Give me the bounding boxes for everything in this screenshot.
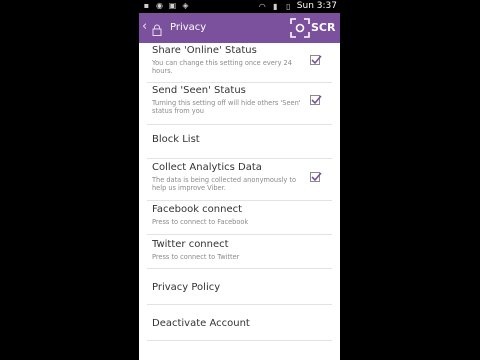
setting-twitter-connect[interactable]: Twitter connect Press to connect to Twit…	[139, 235, 340, 269]
collect-analytics-data-checkbox[interactable]	[310, 172, 322, 182]
cell-signal-icon: ▮	[273, 2, 278, 11]
notification-icon: ▪	[143, 1, 150, 10]
setting-title: Block List	[152, 134, 200, 145]
send-seen-status-checkbox[interactable]	[310, 95, 322, 105]
setting-send-seen-status[interactable]: Send 'Seen' Status Turning this setting …	[139, 83, 340, 125]
scr-badge: SCR	[311, 21, 336, 34]
setting-subtitle: Press to connect to Facebook	[152, 218, 249, 226]
setting-block-list[interactable]: Block List	[139, 125, 340, 159]
signal-sync-icon: ◈	[182, 1, 189, 10]
setting-share-online-status[interactable]: Share 'Online' Status You can change thi…	[139, 43, 340, 83]
lock-icon	[152, 21, 162, 36]
setting-title: Send 'Seen' Status	[152, 85, 246, 96]
app-bar: ‹ Privacy SCR	[139, 13, 340, 43]
setting-title: Twitter connect	[152, 239, 229, 250]
setting-title: Share 'Online' Status	[152, 45, 257, 56]
divider	[147, 340, 332, 341]
phone-screen: ▪ ◉ ▣ ◈ ◠ ▮ ▯ Sun 3:37 ‹ Privacy SCR Sha…	[139, 0, 340, 360]
setting-subtitle: You can change this setting once every 2…	[152, 59, 292, 75]
app-notification-icon: ◉	[156, 1, 163, 10]
setting-title: Facebook connect	[152, 204, 243, 215]
setting-subtitle: The data is being collected anonymously …	[152, 176, 296, 192]
screen-recorder-icon: ▣	[168, 1, 177, 10]
setting-title: Deactivate Account	[152, 318, 250, 329]
status-clock: Sun 3:37	[296, 1, 337, 11]
setting-collect-analytics-data[interactable]: Collect Analytics Data The data is being…	[139, 159, 340, 201]
setting-facebook-connect[interactable]: Facebook connect Press to connect to Fac…	[139, 201, 340, 235]
setting-subtitle: Turning this setting off will hide other…	[152, 99, 301, 115]
share-online-status-checkbox[interactable]	[310, 55, 322, 65]
screen-capture-icon[interactable]	[290, 18, 310, 38]
setting-subtitle: Press to connect to Twitter	[152, 253, 240, 261]
setting-title: Privacy Policy	[152, 282, 221, 293]
setting-deactivate-account[interactable]: Deactivate Account	[139, 305, 340, 341]
wifi-icon: ◠	[258, 2, 266, 11]
back-chevron-icon[interactable]: ‹	[142, 19, 147, 35]
setting-privacy-policy[interactable]: Privacy Policy	[139, 269, 340, 305]
battery-icon: ▯	[286, 2, 291, 11]
setting-title: Collect Analytics Data	[152, 162, 262, 173]
status-bar: ▪ ◉ ▣ ◈ ◠ ▮ ▯ Sun 3:37	[139, 0, 340, 13]
page-title: Privacy	[170, 22, 207, 33]
